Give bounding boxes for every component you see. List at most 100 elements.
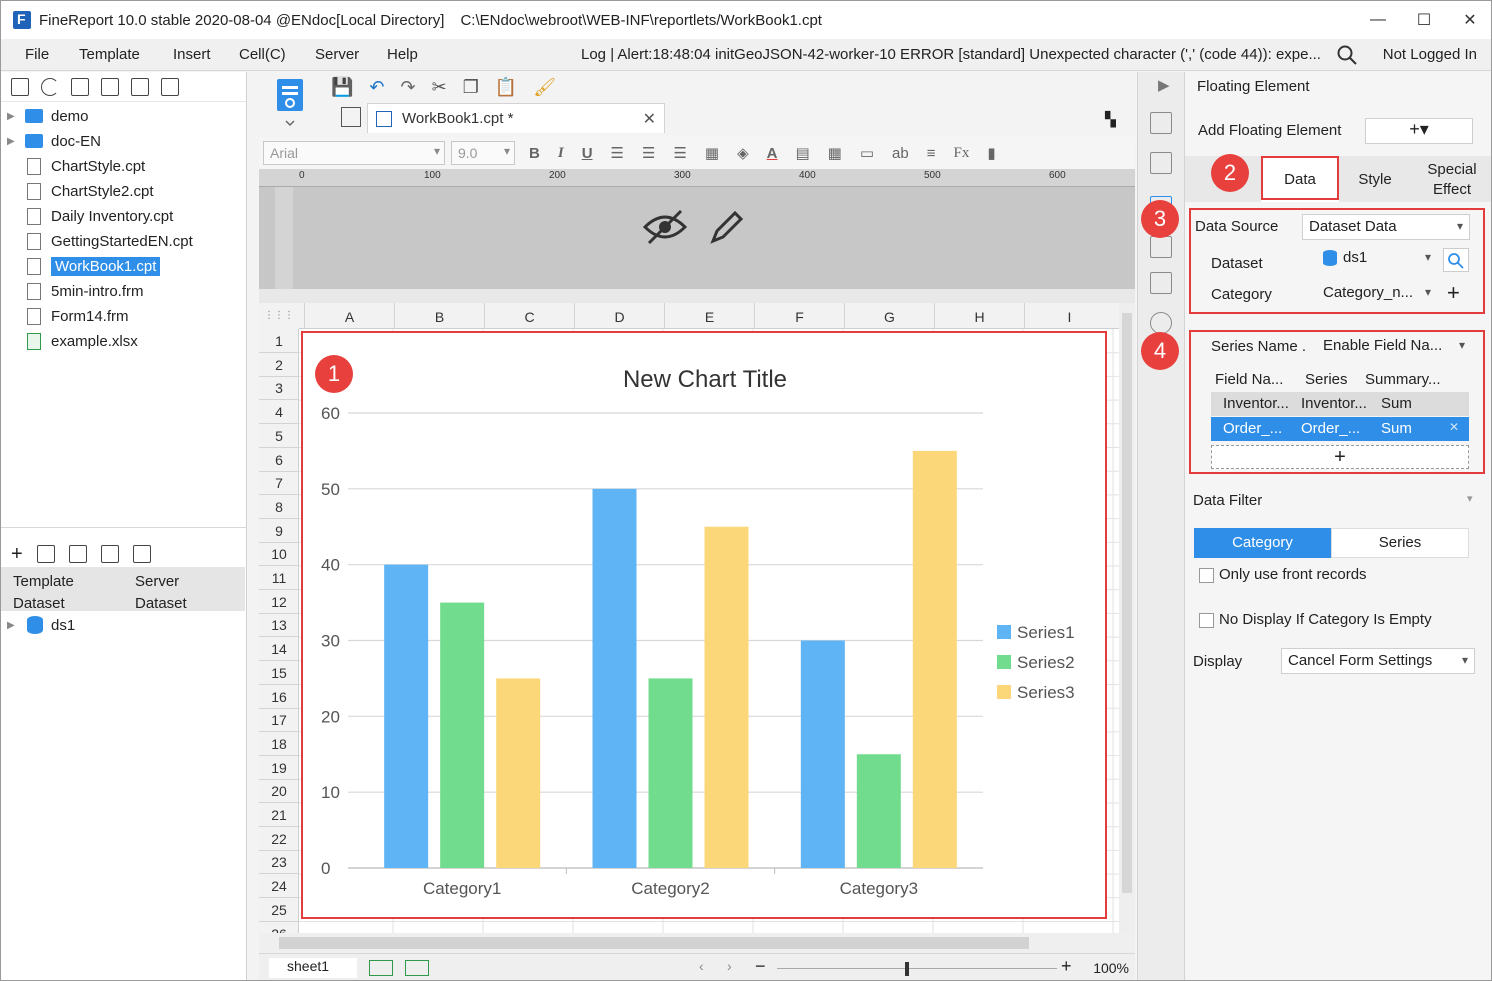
panel-divider[interactable] bbox=[1, 527, 247, 541]
close-window-button[interactable]: ✕ bbox=[1447, 1, 1491, 39]
filter-tab-series[interactable]: Series bbox=[1331, 528, 1469, 558]
redo-icon[interactable]: ↷ bbox=[401, 77, 416, 98]
menu-template[interactable]: Template bbox=[79, 46, 140, 63]
fill-color-icon[interactable]: ◈ bbox=[737, 144, 749, 162]
tree-item-doc-en[interactable]: ▶ doc-EN bbox=[1, 129, 246, 153]
template-preview-icon[interactable] bbox=[269, 77, 313, 127]
menu-insert[interactable]: Insert bbox=[173, 46, 211, 63]
tab-server-dataset[interactable]: Server Dataset bbox=[123, 567, 245, 612]
data-source-select[interactable]: Dataset Data ▾ bbox=[1302, 214, 1470, 240]
no-display-empty-checkbox[interactable] bbox=[1199, 613, 1214, 628]
row-header-20[interactable]: 20 bbox=[259, 779, 298, 804]
dataset-item-ds1[interactable]: ▶ ds1 bbox=[1, 613, 246, 637]
font-color-icon[interactable]: A bbox=[767, 145, 778, 162]
row-header-4[interactable]: 4 bbox=[259, 400, 298, 425]
tree-item-chartstyle-cpt[interactable]: ChartStyle.cpt bbox=[1, 154, 246, 178]
zoom-level[interactable]: 100% bbox=[1093, 960, 1129, 976]
column-header-g[interactable]: G bbox=[844, 303, 934, 329]
dataset-search-icon[interactable] bbox=[1443, 248, 1469, 272]
zoom-in-icon[interactable]: + bbox=[1061, 956, 1072, 977]
tab-template-dataset[interactable]: Template Dataset bbox=[1, 567, 123, 612]
delete-icon[interactable] bbox=[131, 77, 149, 96]
template-settings-icon[interactable] bbox=[101, 77, 119, 96]
row-header-23[interactable]: 23 bbox=[259, 850, 298, 875]
front-records-checkbox[interactable] bbox=[1199, 568, 1214, 583]
italic-icon[interactable]: I bbox=[558, 145, 564, 162]
tab-special-effect[interactable]: Special Effect bbox=[1411, 156, 1491, 202]
row-header-16[interactable]: 16 bbox=[259, 685, 298, 709]
tree-item-daily-inventory-cpt[interactable]: Daily Inventory.cpt bbox=[1, 204, 246, 228]
column-header-e[interactable]: E bbox=[664, 303, 754, 329]
zoom-out-icon[interactable]: − bbox=[755, 956, 766, 977]
edit-pencil-icon[interactable] bbox=[707, 207, 747, 247]
row-header-13[interactable]: 13 bbox=[259, 613, 298, 638]
filter-tab-category[interactable]: Category bbox=[1194, 528, 1331, 558]
add-series-button[interactable]: + bbox=[1211, 445, 1469, 469]
zoom-slider[interactable] bbox=[777, 968, 1057, 969]
font-size-select[interactable]: 9.0 ▾ bbox=[451, 141, 515, 165]
alert-log-text[interactable]: Log | Alert:18:48:04 initGeoJSON-42-work… bbox=[581, 46, 1331, 63]
horizontal-scrollbar[interactable] bbox=[259, 933, 1135, 953]
row-header-24[interactable]: 24 bbox=[259, 874, 298, 899]
column-header-a[interactable]: A bbox=[304, 303, 394, 329]
row-header-25[interactable]: 25 bbox=[259, 898, 298, 922]
tab-workbook1[interactable]: WorkBook1.cpt * ✕ bbox=[367, 103, 665, 133]
row-header-3[interactable]: 3 bbox=[259, 376, 298, 401]
column-header-f[interactable]: F bbox=[754, 303, 844, 329]
menu-file[interactable]: File bbox=[25, 46, 49, 63]
underline-icon[interactable]: U bbox=[582, 145, 593, 162]
series-row-2[interactable]: Order_... Order_... Sum ✕ bbox=[1211, 417, 1469, 441]
merge-cells-icon[interactable]: ▤ bbox=[795, 144, 809, 162]
refresh-icon[interactable] bbox=[41, 77, 59, 96]
align-center-icon[interactable]: ☰ bbox=[642, 144, 655, 162]
tree-item-form14-frm[interactable]: Form14.frm bbox=[1, 304, 246, 328]
border-icon[interactable]: ▦ bbox=[705, 144, 719, 162]
row-header-1[interactable]: 1 bbox=[259, 329, 298, 353]
expand-arrow-icon[interactable]: ▶ bbox=[7, 136, 17, 147]
copy-icon[interactable] bbox=[161, 77, 179, 96]
series-row-1[interactable]: Inventor... Inventor... Sum bbox=[1211, 392, 1469, 416]
search-icon[interactable] bbox=[1337, 45, 1357, 65]
tree-item-workbook1-cpt[interactable]: WorkBook1.cpt bbox=[1, 254, 246, 278]
edit-dataset-icon[interactable] bbox=[36, 545, 55, 563]
chart-floating-element[interactable]: New Chart Title 0 10 20 30 40 50 60 Category1 Cat… bbox=[301, 331, 1107, 919]
vertical-scrollbar[interactable] bbox=[1119, 303, 1135, 933]
menu-cell[interactable]: Cell(C) bbox=[239, 46, 286, 63]
column-header-d[interactable]: D bbox=[574, 303, 664, 329]
add-category-icon[interactable]: + bbox=[1447, 280, 1460, 306]
row-header-9[interactable]: 9 bbox=[259, 519, 298, 543]
undo-icon[interactable]: ↶ bbox=[369, 77, 384, 98]
tree-item-example-xlsx[interactable]: example.xlsx bbox=[1, 329, 246, 353]
row-header-10[interactable]: 10 bbox=[259, 542, 298, 567]
select-all-corner[interactable]: ⋮⋮⋮ bbox=[259, 303, 299, 329]
tab-menu-icon[interactable]: ▚ bbox=[1105, 111, 1116, 128]
save-icon[interactable]: 💾 bbox=[331, 77, 353, 98]
close-tab-icon[interactable]: ✕ bbox=[643, 109, 656, 129]
new-folder-icon[interactable] bbox=[11, 77, 29, 96]
category-select[interactable]: Category_n... ▾ bbox=[1317, 281, 1437, 307]
text-field-icon[interactable]: ▭ bbox=[860, 144, 874, 162]
menu-server[interactable]: Server bbox=[315, 46, 359, 63]
paste-icon[interactable]: 📋 bbox=[495, 77, 517, 98]
cell-attributes-icon[interactable] bbox=[1150, 112, 1172, 134]
hyperlink-icon[interactable] bbox=[1150, 312, 1172, 334]
add-floating-element-button[interactable]: +▾ bbox=[1365, 118, 1473, 144]
font-name-select[interactable]: Arial ▾ bbox=[263, 141, 445, 165]
row-header-19[interactable]: 19 bbox=[259, 756, 298, 780]
split-cells-icon[interactable]: ▦ bbox=[828, 144, 842, 162]
maximize-button[interactable]: ☐ bbox=[1401, 1, 1447, 39]
align-right-icon[interactable]: ☰ bbox=[673, 144, 686, 162]
expand-arrow-icon[interactable]: ▶ bbox=[7, 111, 17, 122]
next-page-icon[interactable]: › bbox=[727, 958, 732, 974]
dataset-select[interactable]: ds1 ▾ bbox=[1317, 246, 1437, 272]
cell-elements-icon[interactable] bbox=[1150, 272, 1172, 294]
row-header-22[interactable]: 22 bbox=[259, 827, 298, 851]
dataset-settings-icon[interactable] bbox=[132, 545, 151, 563]
row-header-21[interactable]: 21 bbox=[259, 803, 298, 827]
remove-series-icon[interactable]: ✕ bbox=[1449, 420, 1459, 434]
row-header-14[interactable]: 14 bbox=[259, 637, 298, 662]
column-header-c[interactable]: C bbox=[484, 303, 574, 329]
condition-attributes-icon[interactable] bbox=[1150, 236, 1172, 258]
hide-icon[interactable] bbox=[641, 207, 689, 247]
row-header-12[interactable]: 12 bbox=[259, 590, 298, 614]
